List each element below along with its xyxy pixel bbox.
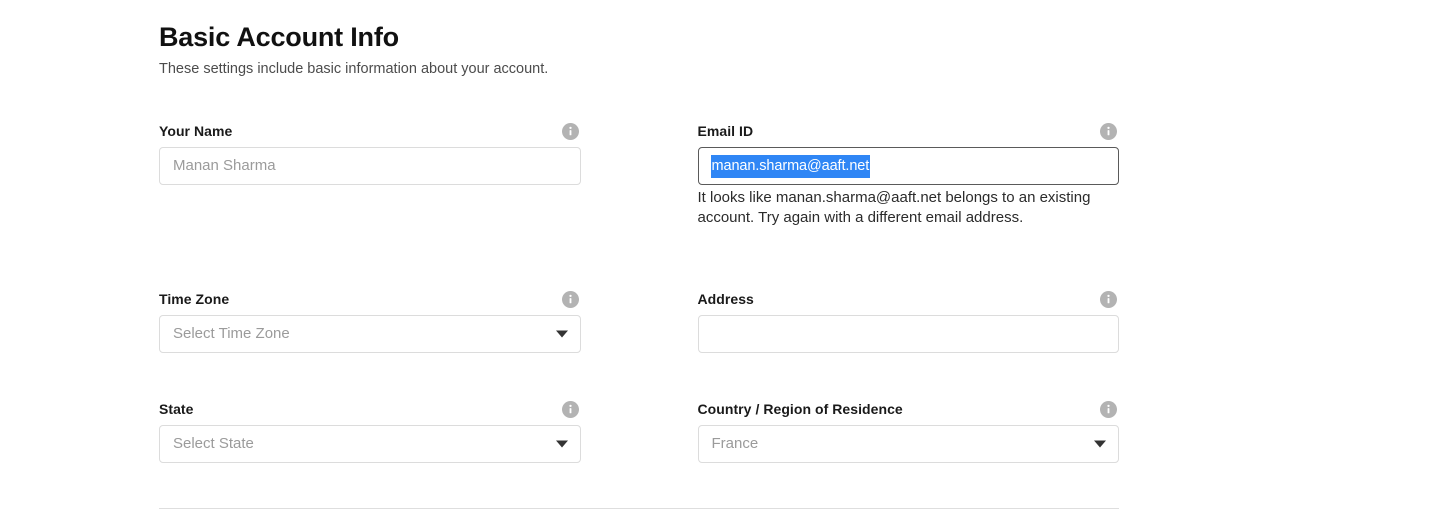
page-title: Basic Account Info (159, 22, 399, 52)
label-your-name: Your Name (159, 123, 233, 139)
field-header-country: Country / Region of Residence (698, 398, 1120, 420)
field-header-address: Address (698, 288, 1120, 310)
label-email-id: Email ID (697, 123, 754, 139)
field-address: Address (697, 288, 1120, 353)
email-id-input[interactable]: manan.sharma@aaft.net (697, 147, 1119, 185)
field-your-name: Your Name Manan Sharma (159, 120, 581, 185)
country-select[interactable]: France (697, 425, 1119, 463)
chevron-down-icon (555, 440, 568, 448)
field-time-zone: Time Zone Select Time Zone (159, 288, 581, 353)
form-row-1: Your Name Manan Sharma Email ID manan.sh… (159, 120, 1119, 288)
time-zone-placeholder: Select Time Zone (173, 325, 290, 342)
field-header-time-zone: Time Zone (159, 288, 581, 310)
email-id-value: manan.sharma@aaft.net (710, 154, 871, 178)
label-country: Country / Region of Residence (697, 401, 903, 417)
page-header: Basic Account Info These settings includ… (159, 20, 1119, 79)
field-header-email-id: Email ID (698, 120, 1120, 142)
info-icon[interactable] (561, 400, 579, 418)
info-icon[interactable] (561, 290, 579, 308)
your-name-placeholder: Manan Sharma (173, 157, 276, 174)
field-header-state: State (159, 398, 581, 420)
field-country: Country / Region of Residence France (697, 398, 1120, 463)
info-icon[interactable] (1100, 400, 1117, 418)
label-address: Address (697, 291, 754, 307)
email-id-error-message: It looks like manan.sharma@aaft.net belo… (697, 189, 1091, 226)
chevron-down-icon (555, 330, 568, 338)
account-info-form: Your Name Manan Sharma Email ID manan.sh… (159, 120, 1119, 498)
chevron-down-icon (1094, 440, 1106, 448)
basic-account-info-page: Basic Account Info These settings includ… (0, 0, 1439, 523)
country-value: France (711, 435, 759, 452)
info-icon[interactable] (1100, 290, 1117, 308)
label-time-zone: Time Zone (159, 291, 230, 307)
field-state: State Select State (159, 398, 581, 463)
field-email-id: Email ID manan.sharma@aaft.net It looks … (697, 120, 1120, 227)
state-placeholder: Select State (173, 435, 254, 452)
info-icon[interactable] (1100, 122, 1117, 140)
section-divider (159, 508, 1119, 509)
field-header-your-name: Your Name (159, 120, 581, 142)
page-subtitle: These settings include basic information… (159, 61, 549, 77)
address-input[interactable] (697, 315, 1119, 353)
your-name-input[interactable]: Manan Sharma (159, 147, 581, 185)
info-icon[interactable] (561, 122, 579, 140)
label-state: State (159, 401, 194, 417)
form-row-2: Time Zone Select Time Zone Address (159, 288, 1119, 398)
form-row-3: State Select State Country / Region of R (159, 398, 1119, 498)
time-zone-select[interactable]: Select Time Zone (159, 315, 581, 353)
state-select[interactable]: Select State (159, 425, 581, 463)
